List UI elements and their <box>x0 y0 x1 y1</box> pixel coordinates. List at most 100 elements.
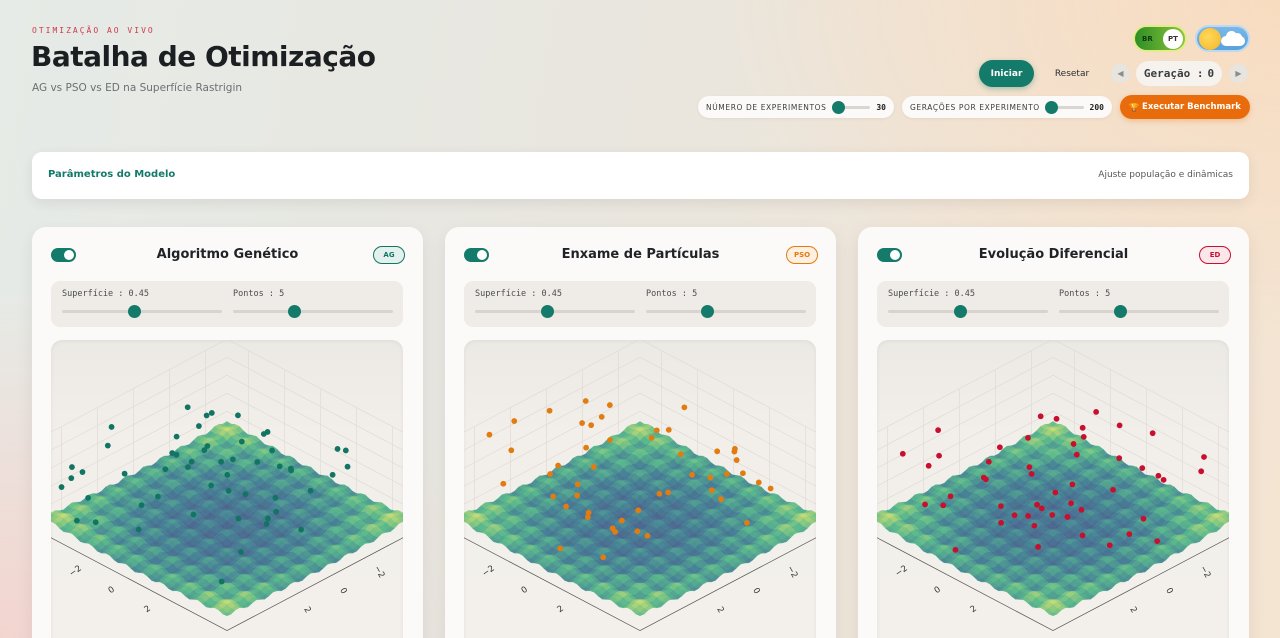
population-point <box>1052 489 1059 496</box>
population-point <box>185 464 191 471</box>
population-point <box>1053 415 1060 422</box>
generations-slider-thumb[interactable] <box>1045 100 1059 114</box>
population-point <box>583 444 590 451</box>
generations-value: 200 <box>1089 102 1104 112</box>
population-point <box>173 433 180 440</box>
population-point <box>588 422 595 429</box>
cloud-icon <box>1221 31 1245 46</box>
population-point <box>1035 544 1042 550</box>
surface-slider[interactable] <box>475 305 635 318</box>
points-slider-thumb[interactable] <box>700 305 714 318</box>
population-point <box>273 508 280 515</box>
points-slider-thumb[interactable] <box>1113 305 1127 318</box>
population-point <box>732 445 738 452</box>
population-point <box>1038 505 1045 512</box>
points-control: Pontos : 5 <box>646 289 806 318</box>
population-point <box>585 509 592 516</box>
population-point <box>1160 476 1167 483</box>
population-point <box>298 526 305 533</box>
experiments-slider-thumb[interactable] <box>832 100 846 114</box>
algorithm-card: Enxame de Partículas PSO Superfície : 0.… <box>445 227 836 638</box>
y-tick-label: −2 <box>371 564 386 580</box>
model-parameters-hint: Ajuste população e dinâmicas <box>1098 170 1233 180</box>
population-point <box>225 487 232 494</box>
population-point <box>740 470 746 477</box>
population-point <box>235 515 242 522</box>
population-point <box>600 554 607 561</box>
prev-generation-button[interactable]: ◀ <box>1111 64 1130 83</box>
points-slider-thumb[interactable] <box>287 305 301 318</box>
population-point <box>1049 512 1056 518</box>
reset-button[interactable]: Resetar <box>1044 60 1100 87</box>
start-button[interactable]: Iniciar <box>979 60 1034 87</box>
x-tick-label: 2 <box>143 604 153 615</box>
population-point <box>79 469 86 475</box>
population-point <box>708 487 715 494</box>
population-point <box>590 464 597 470</box>
page-title: Batalha de Otimização <box>31 40 376 73</box>
language-br-label: BR <box>1142 35 1153 43</box>
population-point <box>69 464 75 470</box>
population-point <box>744 519 750 526</box>
population-point <box>1155 472 1162 479</box>
next-generation-button[interactable]: ▶ <box>1229 64 1248 83</box>
population-point <box>1034 501 1040 508</box>
population-point <box>767 485 774 492</box>
trophy-icon: 🏆 <box>1129 102 1140 112</box>
plot-canvas: 250200150100500−4−202−4−202 <box>464 340 816 631</box>
surface-slider-thumb[interactable] <box>954 305 967 318</box>
population-point <box>242 491 249 497</box>
population-point <box>218 578 225 585</box>
points-label: Pontos : 5 <box>1059 289 1111 299</box>
language-toggle[interactable]: BR PT <box>1133 25 1187 52</box>
population-point <box>579 420 586 426</box>
generations-slider-group: GERAÇÕES POR EXPERIMENTO 200 <box>902 96 1112 118</box>
algorithm-badge: AG <box>373 246 405 264</box>
population-point <box>922 501 928 508</box>
language-knob: PT <box>1163 29 1183 49</box>
population-point <box>307 487 314 494</box>
theme-toggle[interactable] <box>1195 25 1250 52</box>
population-point <box>940 502 947 509</box>
population-point <box>557 545 564 552</box>
population-point <box>169 450 176 456</box>
algorithm-card: Evolução Diferencial ED Superfície : 0.4… <box>858 227 1249 638</box>
population-point <box>184 404 191 411</box>
population-point <box>935 427 942 434</box>
population-point <box>714 448 721 455</box>
points-slider[interactable] <box>646 305 806 318</box>
rastrigin-surface <box>51 421 403 617</box>
population-point <box>1079 424 1086 431</box>
population-point <box>644 532 651 539</box>
run-benchmark-button[interactable]: 🏆 Executar Benchmark <box>1120 95 1250 119</box>
population-point <box>272 494 279 501</box>
surface-slider-thumb[interactable] <box>128 305 141 318</box>
y-tick-label: −2 <box>1197 564 1212 580</box>
surface-slider[interactable] <box>888 305 1048 318</box>
population-point <box>68 475 75 482</box>
points-slider[interactable] <box>1059 305 1219 318</box>
sun-icon <box>1199 28 1221 50</box>
population-point <box>936 452 942 459</box>
population-point <box>718 496 724 503</box>
points-slider[interactable] <box>233 305 393 318</box>
population-point <box>1139 465 1146 472</box>
population-point <box>724 471 730 477</box>
rastrigin-3d-plot[interactable]: 250200150100500−4−202−4−202 <box>464 340 816 638</box>
population-point <box>265 515 271 522</box>
rastrigin-surface <box>877 421 1229 617</box>
population-point <box>998 503 1004 510</box>
points-label: Pontos : 5 <box>646 289 698 299</box>
population-point <box>618 517 625 524</box>
x-tick-label: 2 <box>969 604 979 615</box>
generations-label: GERAÇÕES POR EXPERIMENTO <box>910 102 1040 112</box>
population-point <box>1073 451 1080 458</box>
surface-slider[interactable] <box>62 305 222 318</box>
model-parameters-bar[interactable]: Parâmetros do Modelo Ajuste população e … <box>32 152 1249 199</box>
y-tick-label: −2 <box>784 564 799 580</box>
rastrigin-3d-plot[interactable]: 250200150100500−4−202−4−202 <box>877 340 1229 638</box>
rastrigin-3d-plot[interactable]: 250200150100500−4−202−4−202 <box>51 340 403 638</box>
surface-slider-thumb[interactable] <box>541 305 554 318</box>
experiments-slider[interactable] <box>832 100 871 114</box>
generations-slider[interactable] <box>1045 100 1084 114</box>
